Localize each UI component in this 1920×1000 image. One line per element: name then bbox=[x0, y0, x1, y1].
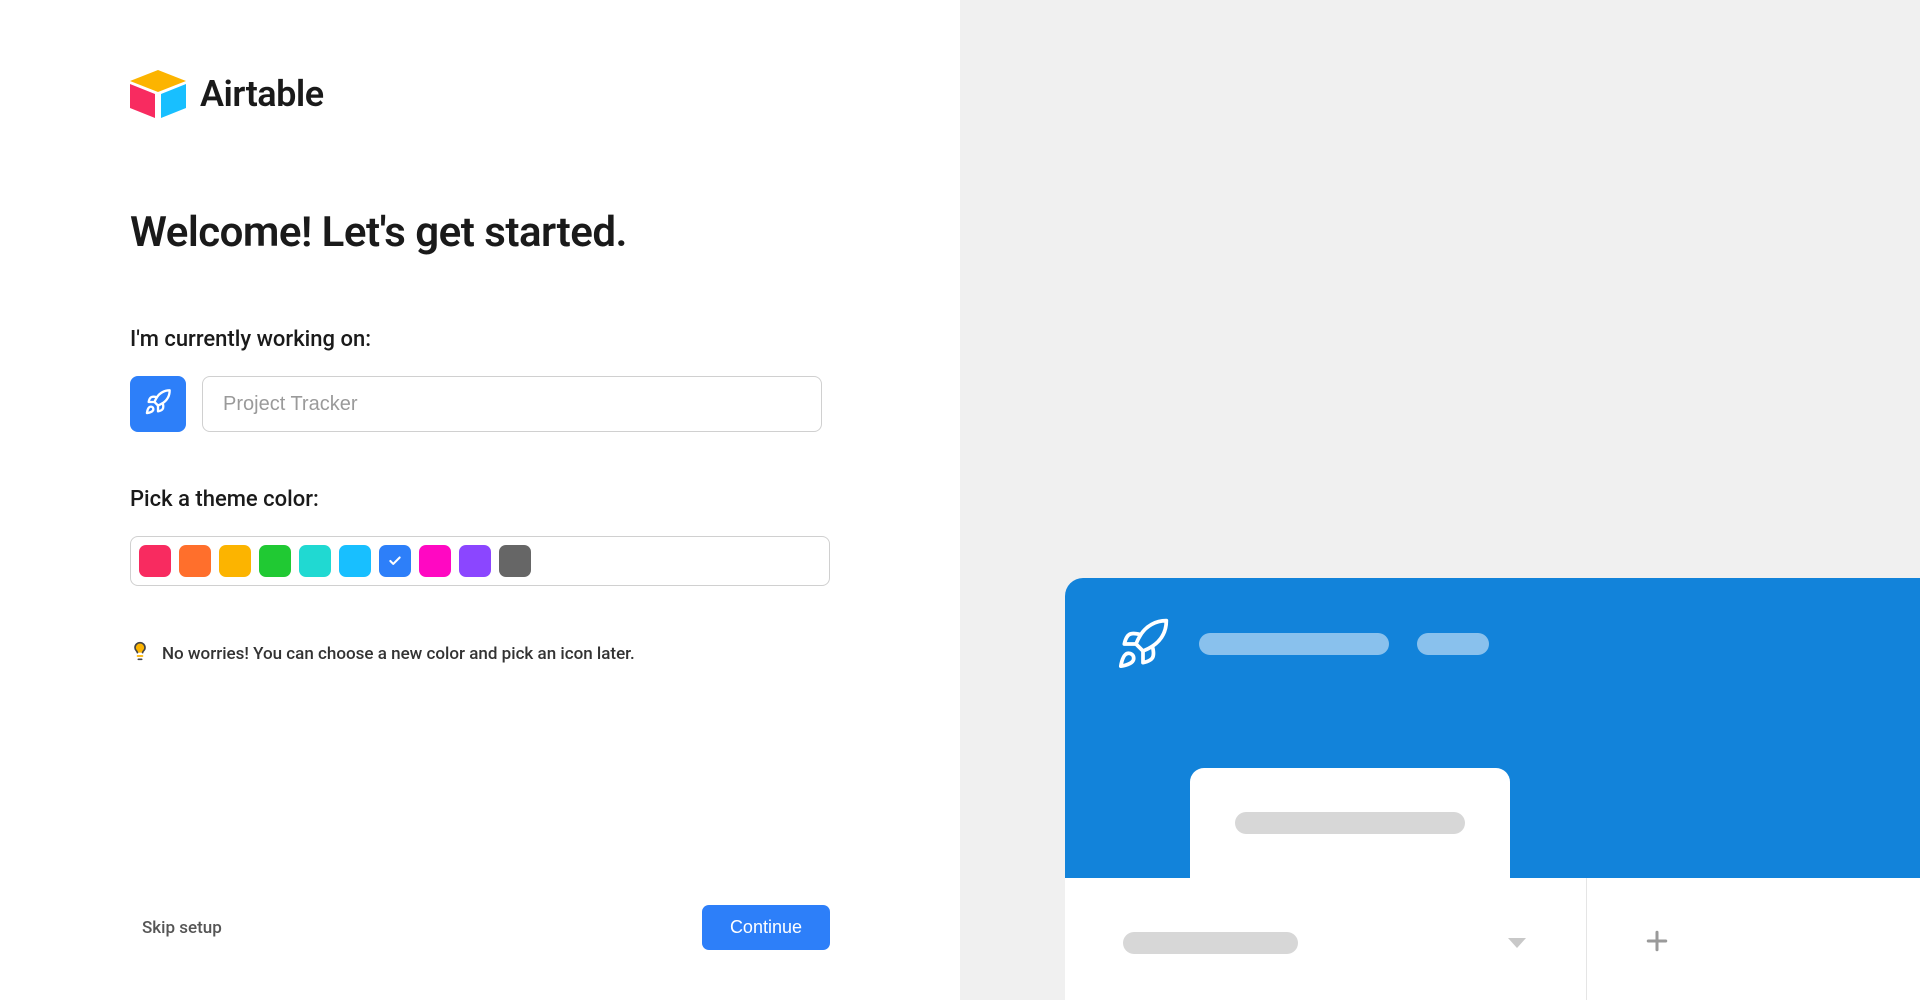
rocket-icon bbox=[1115, 616, 1171, 672]
page-title: Welcome! Let's get started. bbox=[130, 208, 830, 257]
color-swatch-cyan[interactable] bbox=[339, 545, 371, 577]
chevron-down-icon bbox=[1508, 938, 1526, 948]
color-swatch-yellow[interactable] bbox=[219, 545, 251, 577]
project-row bbox=[130, 376, 830, 432]
footer-row: Skip setup Continue bbox=[130, 865, 830, 950]
rocket-icon bbox=[144, 388, 172, 420]
preview-header bbox=[1065, 578, 1920, 878]
skip-setup-link[interactable]: Skip setup bbox=[142, 918, 222, 938]
continue-button[interactable]: Continue bbox=[702, 905, 830, 950]
tip-text: No worries! You can choose a new color a… bbox=[162, 644, 635, 664]
preview-card bbox=[1065, 578, 1920, 1000]
working-on-label: I'm currently working on: bbox=[130, 327, 830, 352]
placeholder-pill bbox=[1199, 633, 1389, 655]
placeholder-pill bbox=[1417, 633, 1489, 655]
placeholder-pill bbox=[1123, 932, 1298, 954]
brand-name: Airtable bbox=[200, 73, 324, 115]
color-swatch-green[interactable] bbox=[259, 545, 291, 577]
color-swatch-group bbox=[130, 536, 830, 586]
onboarding-left-panel: Airtable Welcome! Let's get started. I'm… bbox=[0, 0, 960, 1000]
color-swatch-purple[interactable] bbox=[459, 545, 491, 577]
tip-row: No worries! You can choose a new color a… bbox=[130, 641, 830, 666]
brand-logo: Airtable bbox=[130, 70, 830, 118]
color-swatch-gray[interactable] bbox=[499, 545, 531, 577]
color-swatch-orange[interactable] bbox=[179, 545, 211, 577]
lightbulb-icon bbox=[130, 641, 150, 666]
color-swatch-blue[interactable] bbox=[379, 545, 411, 577]
preview-tab bbox=[1190, 768, 1510, 878]
add-button bbox=[1587, 878, 1727, 1000]
preview-panel bbox=[960, 0, 1920, 1000]
color-swatch-red[interactable] bbox=[139, 545, 171, 577]
plus-icon bbox=[1642, 926, 1672, 960]
project-name-input[interactable] bbox=[202, 376, 822, 432]
placeholder-pill bbox=[1235, 812, 1465, 834]
theme-color-label: Pick a theme color: bbox=[130, 487, 830, 512]
project-icon-box[interactable] bbox=[130, 376, 186, 432]
color-swatch-pink[interactable] bbox=[419, 545, 451, 577]
color-swatch-teal[interactable] bbox=[299, 545, 331, 577]
preview-body bbox=[1065, 878, 1920, 1000]
airtable-logo-icon bbox=[130, 70, 186, 118]
